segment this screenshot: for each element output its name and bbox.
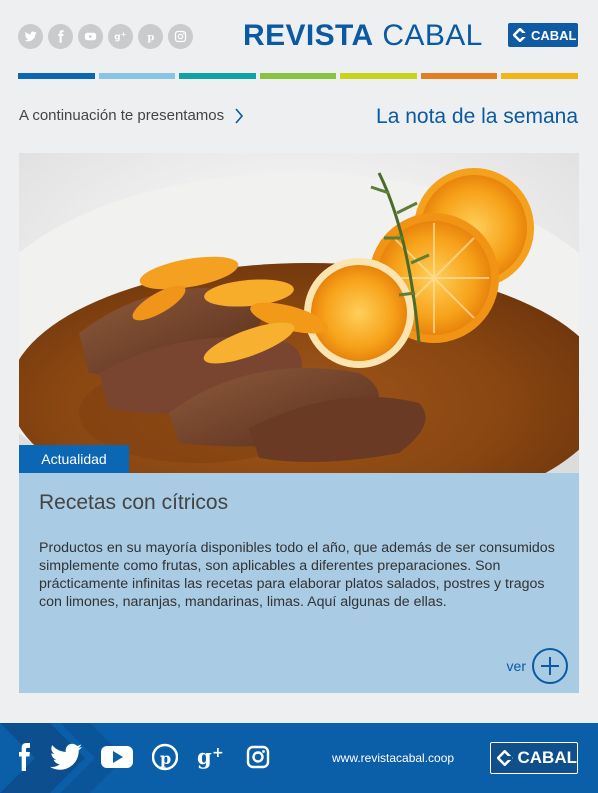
svg-text:p: p	[147, 32, 154, 43]
category-tag[interactable]: Actualidad	[19, 445, 129, 473]
googleplus-icon[interactable]: g +	[108, 24, 133, 49]
brand-light: CABAL	[382, 19, 483, 52]
article-image[interactable]	[19, 153, 579, 473]
strip-segment	[420, 73, 498, 79]
dish-photo	[19, 153, 579, 473]
svg-text:+: +	[121, 31, 127, 39]
article-title[interactable]: Recetas con cítricos	[39, 491, 228, 515]
read-more-button[interactable]: ver	[507, 648, 568, 684]
footer-social-icons: p g +	[17, 743, 270, 771]
footer: p g + www.revistacabal.coop CABAL	[0, 723, 598, 793]
googleplus-icon[interactable]: g +	[197, 743, 227, 771]
strip-segment	[18, 73, 95, 79]
svg-text:+: +	[212, 745, 224, 761]
pinterest-icon[interactable]: p	[138, 24, 163, 49]
subheader: A continuación te presentamos La nota de…	[19, 105, 578, 129]
twitter-icon[interactable]	[50, 743, 82, 771]
instagram-icon[interactable]	[168, 24, 193, 49]
plus-circle-icon	[532, 648, 568, 684]
facebook-icon[interactable]	[17, 743, 31, 771]
strip-segment	[501, 73, 579, 79]
intro-text: A continuación te presentamos	[19, 107, 225, 124]
article-excerpt: Productos en su mayoría disponibles todo…	[39, 540, 555, 610]
strip-segment	[179, 73, 256, 79]
header-social-icons: g + p	[18, 24, 193, 49]
twitter-icon[interactable]	[18, 24, 43, 49]
strip-segment	[340, 73, 417, 79]
youtube-icon[interactable]	[78, 24, 103, 49]
svg-text:g: g	[114, 33, 120, 43]
svg-text:g: g	[197, 744, 212, 769]
cabal-logo[interactable]: CABAL	[508, 23, 578, 47]
brand-bold: REVISTA	[243, 19, 374, 52]
instagram-icon[interactable]	[246, 743, 270, 771]
cabal-diamond-icon	[513, 28, 527, 42]
svg-text:p: p	[160, 749, 171, 768]
chevron-right-icon	[235, 107, 244, 124]
website-link[interactable]: www.revistacabal.coop	[332, 751, 454, 765]
article-card[interactable]: Actualidad Recetas con cítricos Producto…	[19, 153, 579, 693]
cabal-diamond-icon	[497, 750, 513, 766]
intro-link[interactable]: A continuación te presentamos	[19, 107, 244, 124]
facebook-icon[interactable]	[48, 24, 73, 49]
color-strip	[18, 73, 579, 79]
article-body: Recetas con cítricos Productos en su may…	[19, 473, 579, 693]
section-title: La nota de la semana	[376, 105, 578, 128]
footer-logo-text: CABAL	[517, 748, 578, 767]
strip-segment	[259, 73, 337, 79]
footer-cabal-logo[interactable]: CABAL	[490, 742, 578, 774]
brand-title[interactable]: REVISTA CABAL	[243, 20, 483, 52]
cabal-logo-text: CABAL	[531, 27, 577, 43]
read-more-label: ver	[506, 658, 526, 674]
pinterest-icon[interactable]: p	[152, 743, 178, 771]
strip-segment	[98, 73, 176, 79]
youtube-icon[interactable]	[101, 743, 133, 771]
